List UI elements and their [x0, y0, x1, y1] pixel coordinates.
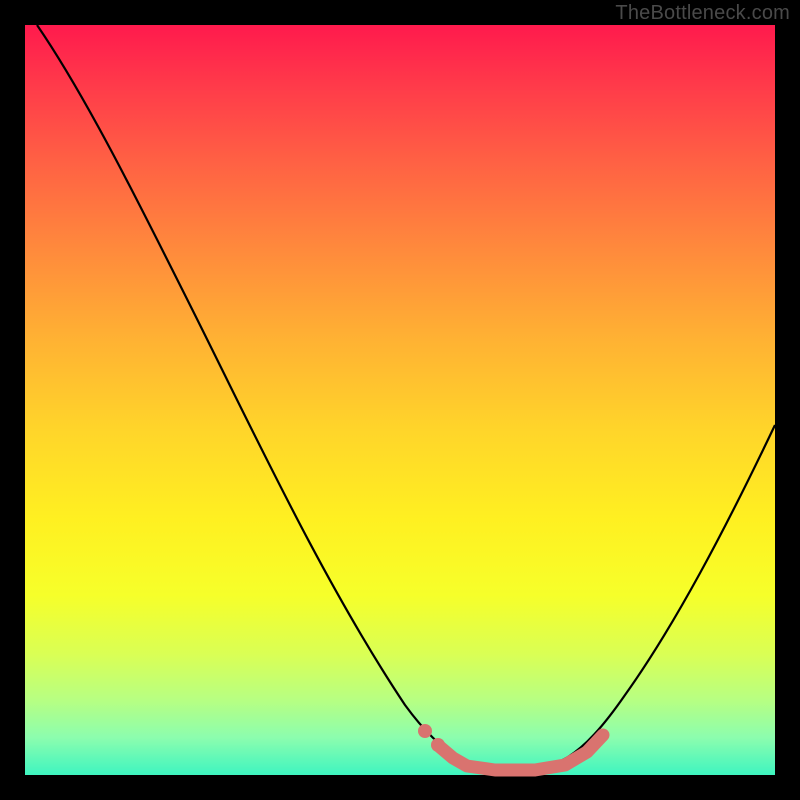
chart-svg: [25, 25, 775, 775]
low-bottleneck-highlight: [440, 735, 603, 770]
highlight-dot: [431, 738, 445, 752]
plot-area: [25, 25, 775, 775]
attribution-label: TheBottleneck.com: [615, 2, 790, 25]
bottleneck-curve: [37, 25, 775, 770]
highlight-dot: [418, 724, 432, 738]
chart-frame: TheBottleneck.com: [0, 0, 800, 800]
